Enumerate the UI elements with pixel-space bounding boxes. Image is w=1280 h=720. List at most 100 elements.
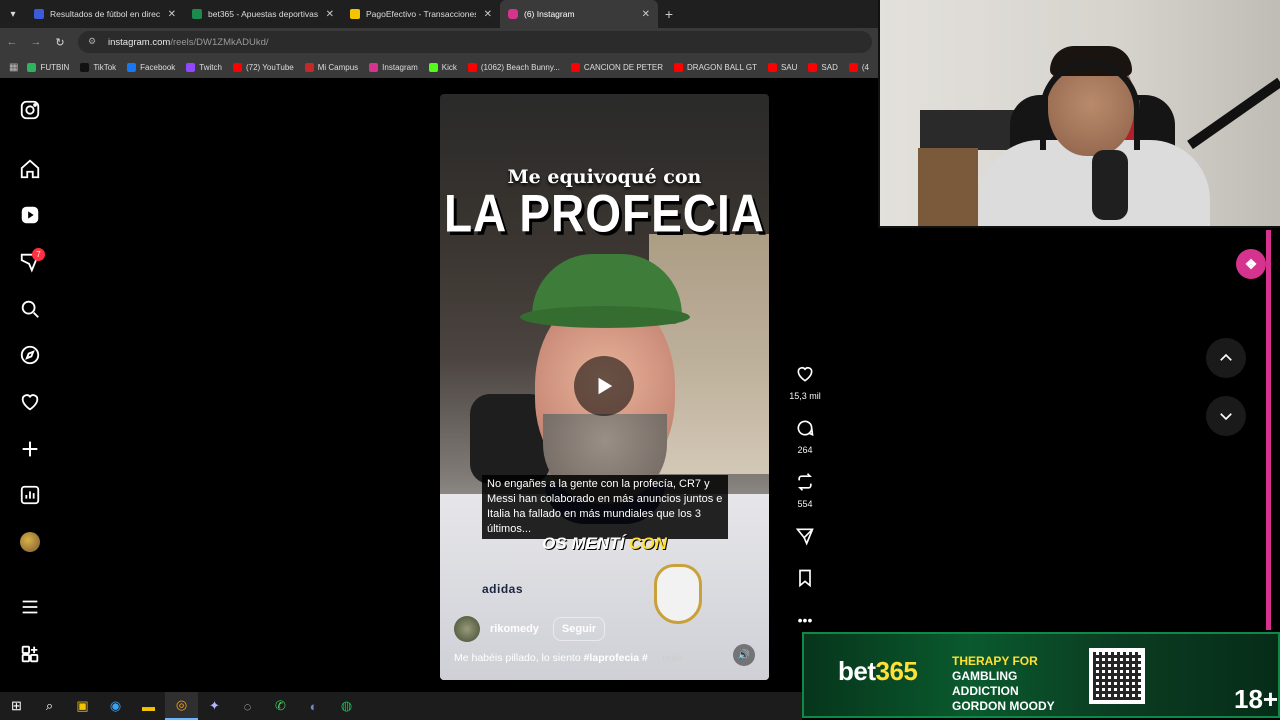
- bookmark-item[interactable]: TikTok: [80, 62, 116, 72]
- bookmark-item[interactable]: CANCION DE PETER: [570, 62, 663, 72]
- therapy-line-2: GAMBLING ADDICTION: [952, 669, 1019, 698]
- bookmark-favicon: [767, 62, 777, 72]
- create-plus-icon[interactable]: [18, 437, 42, 461]
- play-button[interactable]: [574, 356, 634, 416]
- menu-icon[interactable]: [18, 595, 42, 619]
- bookmark-favicon: [467, 62, 477, 72]
- save-button[interactable]: [786, 568, 824, 593]
- bookmark-item[interactable]: SAD: [808, 62, 838, 72]
- bookmark-favicon: [304, 62, 314, 72]
- video-overlay-title-large: LA PROFECIA: [443, 183, 766, 243]
- avatar: [20, 532, 40, 552]
- streamer-webcam: [878, 0, 1280, 228]
- screen: ▾ Resultados de fútbol en directo ✕ bet3…: [0, 0, 1280, 720]
- tab-bet365[interactable]: bet365 - Apuestas deportivas e ✕: [184, 0, 342, 28]
- windows-start-icon[interactable]: ⊞: [0, 692, 33, 720]
- repost-button[interactable]: 554: [786, 472, 824, 509]
- bookmark-label: DRAGON BALL GT: [687, 62, 757, 72]
- reels-icon[interactable]: [18, 203, 42, 227]
- also-from-meta-icon[interactable]: [18, 642, 42, 666]
- bookmark-item[interactable]: Kick: [428, 62, 457, 72]
- obs-icon[interactable]: ◌: [231, 692, 264, 720]
- close-icon[interactable]: ✕: [326, 9, 334, 20]
- bookmark-item[interactable]: SAU: [767, 62, 797, 72]
- bookmark-favicon: [428, 62, 438, 72]
- bookmark-item[interactable]: (72) YouTube: [232, 62, 294, 72]
- bookmark-favicon: [570, 62, 580, 72]
- instagram-logo-icon[interactable]: [18, 98, 42, 122]
- like-button[interactable]: 15,3 mil: [786, 364, 824, 401]
- bookmark-item[interactable]: Twitch: [186, 62, 222, 72]
- spotify-icon[interactable]: ◍: [330, 692, 363, 720]
- bookmark-item[interactable]: FUTBIN: [27, 62, 70, 72]
- author-avatar[interactable]: [454, 616, 480, 642]
- search-icon[interactable]: ⌕: [33, 692, 66, 720]
- reload-icon[interactable]: ↻: [48, 30, 72, 54]
- forward-icon[interactable]: →: [24, 30, 48, 54]
- back-icon[interactable]: ←: [0, 30, 24, 54]
- file-explorer-icon[interactable]: ▬: [132, 692, 165, 720]
- bookmark-item[interactable]: (1062) Beach Bunny...: [467, 62, 560, 72]
- whatsapp-icon[interactable]: ✆: [264, 692, 297, 720]
- chrome-icon[interactable]: ◎: [165, 692, 198, 720]
- tab-pagoefectivo[interactable]: PagoEfectivo - Transacciones Se ✕: [342, 0, 500, 28]
- follow-button[interactable]: Seguir: [552, 617, 606, 641]
- bookmark-label: FUTBIN: [40, 62, 70, 72]
- explore-icon[interactable]: [18, 343, 42, 367]
- adidas-logo: adidas: [482, 582, 524, 596]
- reel-video[interactable]: adidas Me equivoqué con LA PROFECIA No e…: [440, 94, 769, 680]
- repost-count: 554: [797, 499, 813, 509]
- tab-resultados[interactable]: Resultados de fútbol en directo ✕: [26, 0, 184, 28]
- new-tab-button[interactable]: +: [658, 6, 680, 22]
- discord-icon[interactable]: ◐: [297, 692, 330, 720]
- description-more-link[interactable]: ... más: [648, 652, 683, 664]
- webcam-box: [918, 148, 978, 226]
- tab-title: Resultados de fútbol en directo: [50, 9, 160, 19]
- store-icon[interactable]: ▣: [66, 692, 99, 720]
- next-reel-button[interactable]: [1206, 396, 1246, 436]
- bookmark-label: Kick: [441, 62, 457, 72]
- stream-overlay-badge: ❖: [1236, 249, 1266, 279]
- bookmark-item[interactable]: DRAGON BALL GT: [674, 62, 757, 72]
- profile-avatar[interactable]: [18, 530, 42, 554]
- edge-icon[interactable]: ◉: [99, 692, 132, 720]
- tab-title: bet365 - Apuestas deportivas e: [208, 9, 318, 19]
- more-options-icon[interactable]: •••: [786, 612, 824, 628]
- bookmark-item[interactable]: Mi Campus: [304, 62, 358, 72]
- volume-icon[interactable]: 🔊: [733, 644, 755, 666]
- bookmark-item[interactable]: (4: [848, 62, 869, 72]
- bookmark-favicon: [848, 62, 858, 72]
- dashboard-icon[interactable]: [18, 483, 42, 507]
- bookmark-favicon: [27, 62, 37, 72]
- heart-icon[interactable]: [18, 390, 42, 414]
- bookmark-favicon: [127, 62, 137, 72]
- bookmark-item[interactable]: Facebook: [127, 62, 175, 72]
- bookmark-favicon: [80, 62, 90, 72]
- close-icon[interactable]: ✕: [484, 9, 492, 20]
- previous-reel-button[interactable]: [1206, 338, 1246, 378]
- close-icon[interactable]: ✕: [168, 9, 176, 20]
- stream-overlay-strip: [1266, 230, 1271, 630]
- close-icon[interactable]: ✕: [642, 9, 650, 20]
- bookmark-favicon: [674, 62, 684, 72]
- tab-title: PagoEfectivo - Transacciones Se: [366, 9, 476, 19]
- share-button[interactable]: [786, 526, 824, 551]
- home-icon[interactable]: [18, 157, 42, 181]
- bookmark-item[interactable]: Instagram: [369, 62, 418, 72]
- comment-button[interactable]: 264: [786, 418, 824, 455]
- search-icon[interactable]: [18, 297, 42, 321]
- description-hashtag[interactable]: #laprofecia #: [584, 652, 648, 664]
- tab-instagram[interactable]: (6) Instagram ✕: [500, 0, 658, 28]
- bookmark-label: (1062) Beach Bunny...: [480, 62, 560, 72]
- browser-tab-bar: ▾ Resultados de fútbol en directo ✕ bet3…: [0, 0, 880, 28]
- tab-favicon: [34, 9, 44, 19]
- therapy-message: THERAPY FOR GAMBLING ADDICTION GORDON MO…: [952, 654, 1080, 714]
- apps-grid-icon[interactable]: ▦: [0, 62, 27, 73]
- tab-search-button[interactable]: ▾: [0, 0, 26, 28]
- bookmark-favicon: [232, 62, 242, 72]
- url-field[interactable]: ⚙ instagram.com/reels/DW1ZMkADUkd/: [78, 31, 872, 53]
- reel-author: rikomedy Seguir: [454, 616, 606, 642]
- site-info-icon[interactable]: ⚙: [88, 36, 100, 48]
- app-icon[interactable]: ✦: [198, 692, 231, 720]
- author-username[interactable]: rikomedy: [490, 623, 539, 635]
